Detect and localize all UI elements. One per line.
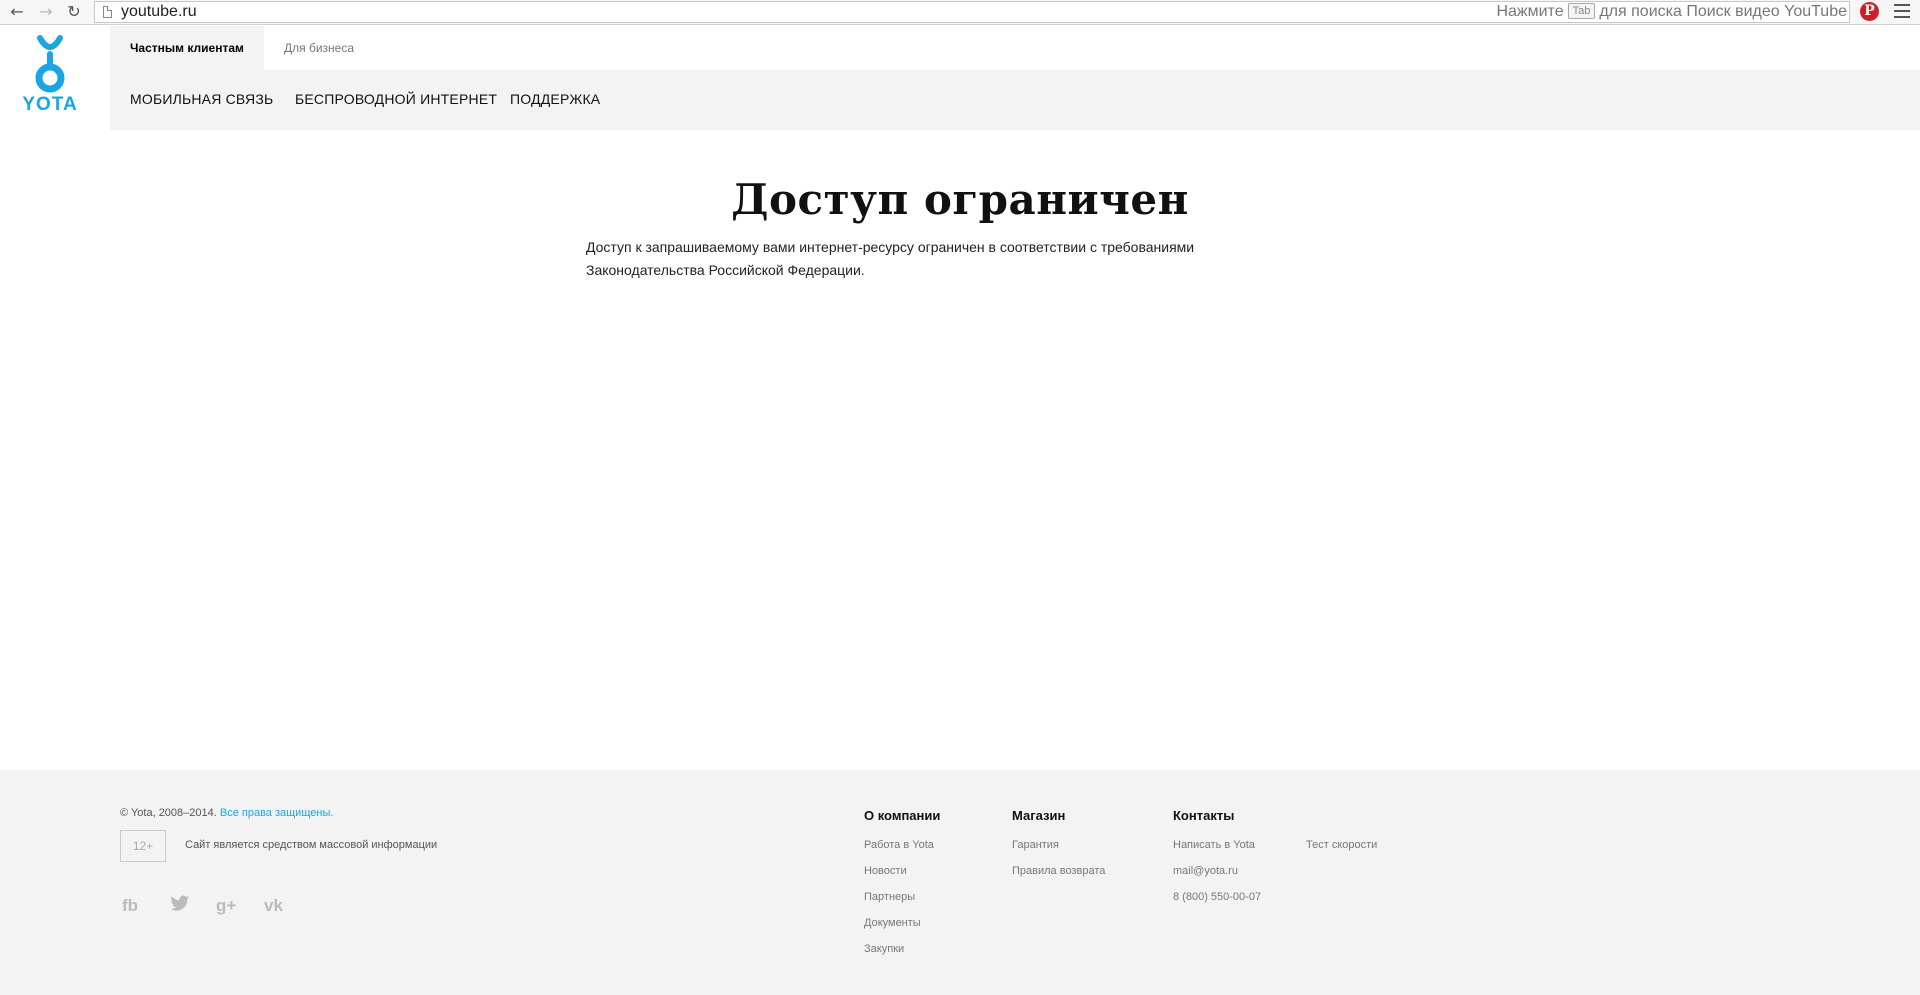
blocked-notice-text: Доступ к запрашиваемому вами интернет-ре…: [586, 239, 1195, 278]
footer-heading-contacts: Контакты: [1173, 808, 1235, 823]
media-note: Сайт является средством массовой информа…: [185, 839, 438, 851]
facebook-icon[interactable]: fb: [122, 895, 138, 917]
nav-mobile[interactable]: МОБИЛЬНАЯ СВЯЗЬ: [130, 70, 273, 128]
copyright: © Yota, 2008–2014. Все права защищены.: [120, 807, 333, 819]
forward-arrow-icon[interactable]: →: [35, 2, 57, 22]
footer-link-news[interactable]: Новости: [864, 865, 907, 877]
pinterest-icon[interactable]: P: [1860, 2, 1879, 21]
yota-logo-icon: [35, 35, 65, 93]
footer-link-careers[interactable]: Работа в Yota: [864, 839, 934, 851]
footer-link-procurement[interactable]: Закупки: [864, 943, 904, 955]
footer-link-phone[interactable]: 8 (800) 550-00-07: [1173, 891, 1261, 903]
vk-icon[interactable]: vk: [264, 895, 283, 917]
logo-text: YOTA: [22, 94, 78, 115]
yota-logo[interactable]: YOTA: [0, 26, 110, 130]
reload-icon[interactable]: ↻: [63, 2, 85, 22]
menu-icon[interactable]: [1894, 4, 1910, 18]
customer-segment-tabs: Частным клиентам Для бизнеса: [110, 26, 1920, 70]
page-title: Доступ ограничен: [731, 175, 1189, 224]
rights-link[interactable]: Все права защищены.: [220, 807, 334, 819]
footer-heading-shop: Магазин: [1012, 808, 1066, 823]
search-hint-suffix: для поиска Поиск видео YouTube: [1599, 3, 1847, 20]
footer-link-partners[interactable]: Партнеры: [864, 891, 915, 903]
tab-key-cap: Tab: [1567, 3, 1596, 19]
footer-link-returns[interactable]: Правила возврата: [1012, 865, 1105, 877]
tab-private-clients[interactable]: Частным клиентам: [110, 26, 264, 70]
footer-link-write-to-yota[interactable]: Написать в Yota: [1173, 839, 1255, 851]
main-navigation: МОБИЛЬНАЯ СВЯЗЬ БЕСПРОВОДНОЙ ИНТЕРНЕТ ПО…: [110, 70, 1920, 130]
footer-link-email[interactable]: mail@yota.ru: [1173, 865, 1238, 877]
page-icon: [103, 6, 112, 18]
twitter-icon[interactable]: [170, 895, 190, 917]
search-hint-prefix: Нажмите: [1496, 3, 1564, 20]
tab-business[interactable]: Для бизнеса: [284, 26, 354, 70]
footer-link-documents[interactable]: Документы: [864, 917, 921, 929]
footer-link-warranty[interactable]: Гарантия: [1012, 839, 1059, 851]
google-plus-icon[interactable]: g+: [216, 895, 236, 917]
search-hint: Нажмите Tab для поиска Поиск видео YouTube: [1496, 2, 1847, 22]
browser-toolbar: ← → ↻ youtube.ru Нажмите Tab для поиска По…: [0, 0, 1920, 25]
footer-heading-company: О компании: [864, 808, 941, 823]
back-arrow-icon[interactable]: ←: [6, 2, 28, 22]
footer-link-speed-test[interactable]: Тест скорости: [1306, 839, 1377, 851]
footer: © Yota, 2008–2014. Все права защищены. 1…: [0, 770, 1920, 995]
address-bar[interactable]: youtube.ru Нажмите Tab для поиска Поиск ви…: [94, 1, 1850, 23]
url-text[interactable]: youtube.ru: [121, 2, 197, 22]
nav-wireless-internet[interactable]: БЕСПРОВОДНОЙ ИНТЕРНЕТ: [295, 70, 497, 128]
copyright-text: © Yota, 2008–2014.: [120, 807, 217, 819]
nav-support[interactable]: ПОДДЕРЖКА: [510, 70, 600, 128]
age-rating-badge: 12+: [120, 830, 166, 862]
